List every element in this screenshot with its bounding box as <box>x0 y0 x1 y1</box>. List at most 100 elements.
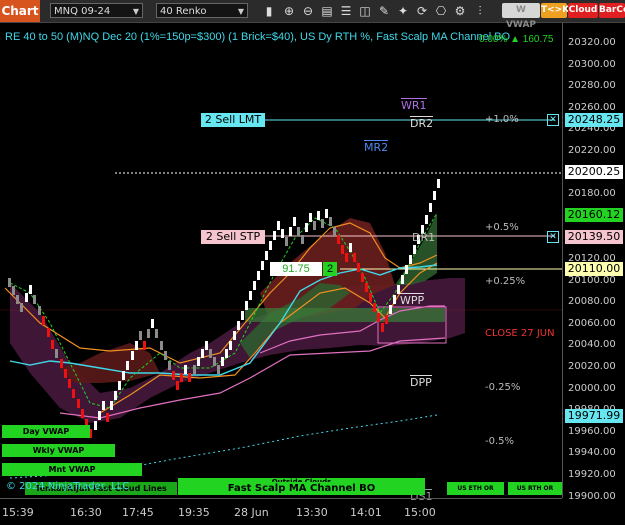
renko-brick <box>373 303 376 312</box>
chevron-down-icon: ▼ <box>132 7 139 16</box>
price-tick-label: 19920.00 <box>568 469 616 480</box>
pivot-dr1: DR1 <box>412 231 436 244</box>
renko-brick <box>20 303 23 312</box>
wkly-vwap-button[interactable]: Wkly VWAP <box>2 444 115 457</box>
price-tick-label: 19940.00 <box>568 447 616 459</box>
instrument-selector[interactable]: MNQ 09-24 ▼ <box>50 3 143 18</box>
renko-brick <box>381 323 384 332</box>
renko-brick <box>245 301 248 310</box>
templates-icon[interactable]: ⚙ <box>452 3 468 19</box>
renko-brick <box>405 265 408 274</box>
header-change: 0.00% ▲ 160.75 <box>479 34 554 45</box>
chart-bars-icon[interactable]: ⫶ <box>472 3 488 19</box>
renko-brick <box>64 369 67 378</box>
bar-type-value: 40 Renko <box>160 6 207 17</box>
renko-brick <box>413 245 416 254</box>
bar-type-selector[interactable]: 40 Renko ▼ <box>156 3 248 18</box>
time-label: 15:39 <box>2 506 34 519</box>
pct-plus-05: +0.5% <box>485 222 519 233</box>
renko-brick <box>94 421 97 430</box>
renko-brick <box>309 213 312 222</box>
time-label: 15:00 <box>404 506 436 519</box>
chart-title: Chart <box>0 0 40 22</box>
renko-brick <box>184 365 187 374</box>
us-eth-or-button[interactable]: US ETH OR <box>447 482 504 495</box>
renko-brick <box>155 329 158 338</box>
zoom-in-icon[interactable]: ⊕ <box>281 3 297 19</box>
draw-tools-icon[interactable]: ✎ <box>376 3 392 19</box>
day-vwap-button[interactable]: Day VWAP <box>2 425 90 438</box>
price-tick-label: 20100.00 <box>568 274 616 286</box>
close-order-icon[interactable]: ✕ <box>547 114 559 126</box>
renko-brick <box>389 305 392 314</box>
renko-brick <box>16 295 19 304</box>
price-tick-label: 19900.00 <box>568 490 616 502</box>
last-price-marker: 20200.25 <box>565 165 623 179</box>
price-axis[interactable]: 20320.00 20300.00 20280.00 20260.00 20240.00… <box>562 23 625 502</box>
renko-brick <box>225 349 228 358</box>
price-tick-label: 20260.00 <box>568 101 616 113</box>
renko-brick <box>38 306 41 315</box>
price-tick-label: 20320.00 <box>568 37 616 48</box>
price-tick-label: 20220.00 <box>568 145 616 156</box>
mnt-vwap-button[interactable]: Mnt VWAP <box>2 463 142 476</box>
pivot-mr2: MR2 <box>364 140 389 154</box>
renko-brick <box>297 227 300 236</box>
renko-brick <box>51 340 54 349</box>
snapshot-icon[interactable]: ⎔ <box>433 3 449 19</box>
renko-brick <box>139 331 142 340</box>
renko-brick <box>164 351 167 360</box>
instrument-value: MNQ 09-24 <box>54 6 111 17</box>
chevron-down-icon: ▼ <box>237 7 244 16</box>
renko-brick <box>205 341 208 350</box>
renko-brick <box>337 235 340 244</box>
close-order-icon[interactable]: ✕ <box>547 231 559 243</box>
renko-brick <box>305 223 308 232</box>
bar-chart-icon[interactable]: ▮ <box>261 3 277 19</box>
renko-brick <box>98 411 101 420</box>
renko-brick <box>29 285 32 294</box>
time-label: 14:01 <box>350 506 382 519</box>
barcolor-button[interactable]: BarCo <box>599 3 625 18</box>
time-label: 17:45 <box>122 506 154 519</box>
renko-brick <box>241 311 244 320</box>
chart-trader-icon[interactable]: ✦ <box>395 3 411 19</box>
renko-brick <box>233 331 236 340</box>
strategies-icon[interactable]: ⟳ <box>414 3 430 19</box>
renko-brick <box>102 401 105 410</box>
indicators-icon[interactable]: ◫ <box>357 3 373 19</box>
zoom-out-icon[interactable]: ⊖ <box>300 3 316 19</box>
fast-scalp-button[interactable]: Fast Scalp MA Channel BO <box>178 482 425 495</box>
renko-brick <box>60 359 63 368</box>
renko-brick <box>193 365 196 374</box>
properties-icon[interactable]: ☰ <box>338 3 354 19</box>
position-qty[interactable]: 2 <box>323 262 337 276</box>
sell-stop-order[interactable]: 2 Sell STP <box>201 230 265 244</box>
renko-brick <box>353 253 356 262</box>
renko-brick <box>429 203 432 212</box>
renko-brick <box>301 235 304 244</box>
chart-toolbar: Chart MNQ 09-24 ▼ 40 Renko ▼ ▮ ⊕ ⊖ ▤ ☰ ◫… <box>0 0 625 30</box>
chart-header: RE 40 to 50 (M)NQ Dec 20 (1%=150p=$300) … <box>5 31 511 43</box>
renko-brick <box>341 245 344 254</box>
sell-limit-order[interactable]: 2 Sell LMT <box>201 113 265 127</box>
w-vwap-button[interactable]: W VWAP <box>502 3 540 30</box>
renko-brick <box>289 227 292 236</box>
renko-brick <box>188 373 191 382</box>
renko-brick <box>126 361 129 370</box>
us-rth-or-button[interactable]: US RTH OR <box>508 482 562 495</box>
renko-brick <box>147 329 150 338</box>
renko-brick <box>77 399 80 408</box>
renko-brick <box>249 291 252 300</box>
cloud-button[interactable]: Cloud <box>568 3 598 18</box>
price-tick-label: 20020.00 <box>568 361 616 372</box>
pivot-wr1: WR1 <box>401 98 427 112</box>
renko-brick <box>55 349 58 358</box>
time-label: 19:35 <box>178 506 210 519</box>
renko-brick <box>321 219 324 228</box>
tk-cross-button[interactable]: T<>K <box>541 3 569 18</box>
time-label: 16:30 <box>70 506 102 519</box>
data-box-icon[interactable]: ▤ <box>319 3 335 19</box>
renko-brick <box>273 231 276 240</box>
renko-brick <box>261 261 264 270</box>
